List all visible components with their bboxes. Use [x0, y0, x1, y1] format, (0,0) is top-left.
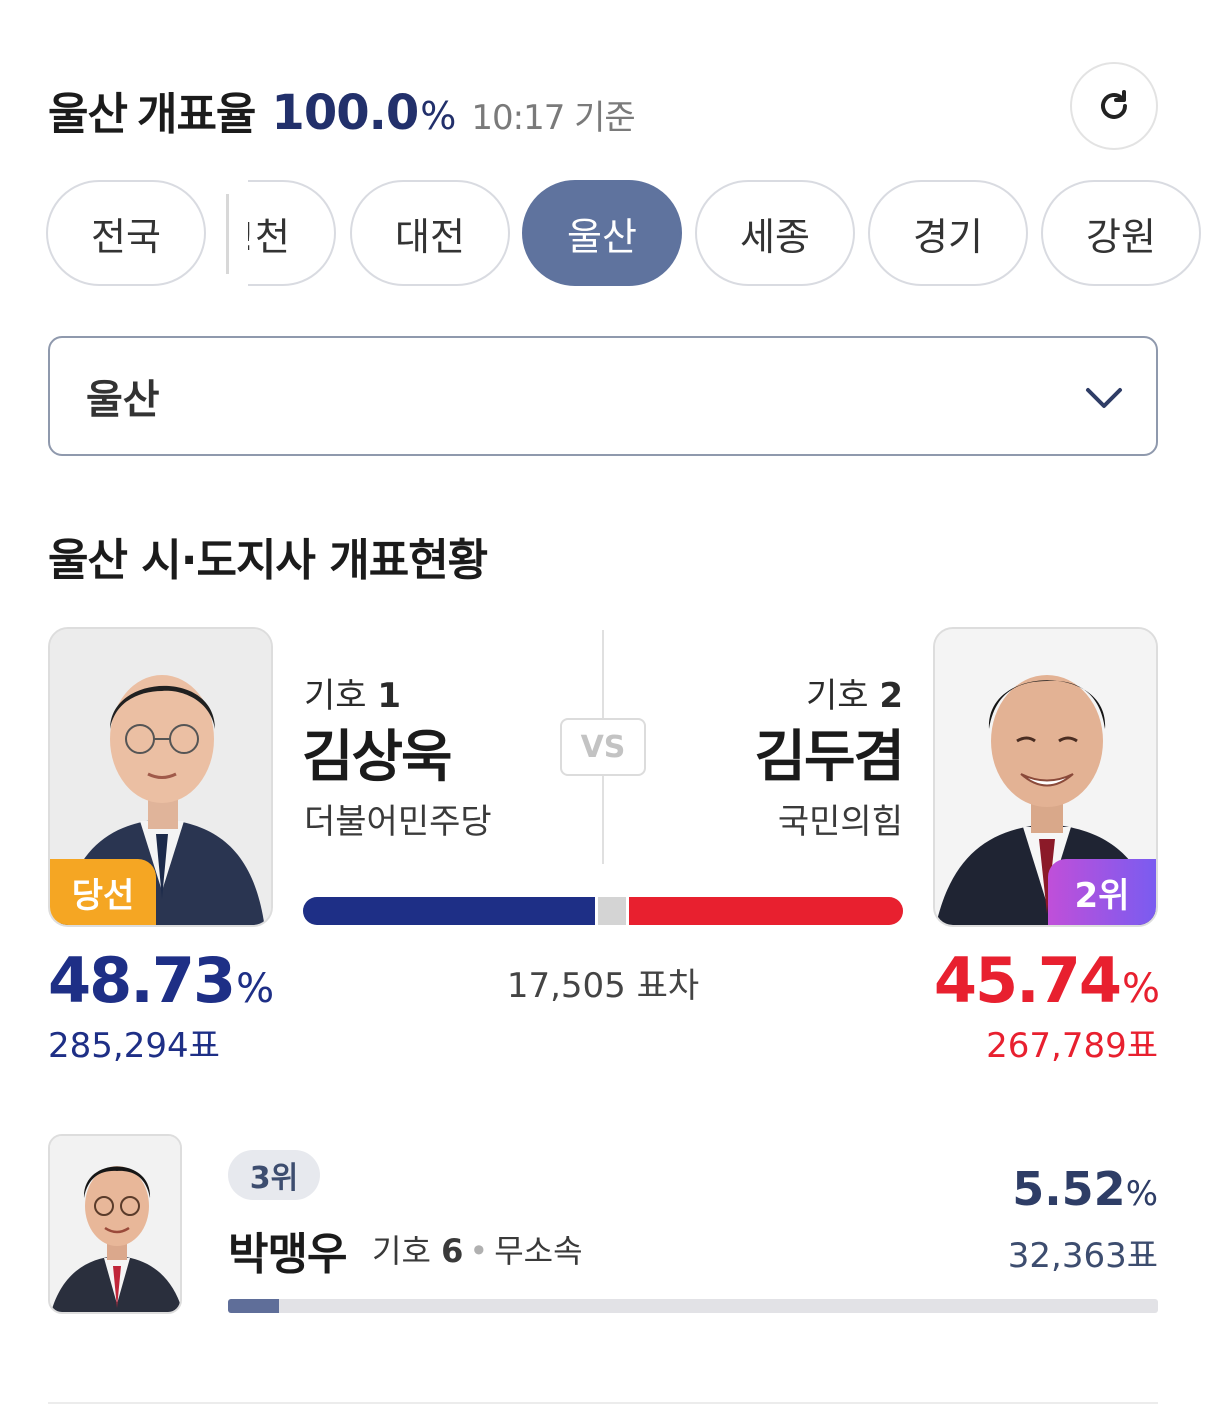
candidate2-percent: 45.74%: [933, 944, 1160, 1017]
candidate1-photo: 당선: [48, 627, 273, 927]
candidate2-votes: 267,789표: [986, 1026, 1158, 1066]
candidate3-number-prefix: 기호: [372, 1232, 431, 1270]
candidate3-name: 박맹우: [228, 1229, 347, 1280]
tab-divider: [226, 194, 229, 274]
candidate2-photo: 2위: [933, 627, 1158, 927]
refresh-icon: [1101, 90, 1127, 119]
candidate1-number: 1: [377, 676, 402, 716]
candidate3-percent-unit: %: [1125, 1174, 1158, 1214]
tab-ulsan[interactable]: 울산: [522, 180, 682, 286]
candidate3-meta: 기호 6 • 무소속: [372, 1226, 583, 1272]
tab-nationwide[interactable]: 전국: [46, 180, 206, 286]
region-tabs: 전국 !천 대전 울산 세종 경기 강원: [0, 180, 1206, 290]
region-select-value: 울산: [86, 377, 160, 423]
vote-share-bar: [303, 897, 903, 925]
candidate1-share-bar: [303, 897, 595, 925]
candidate2-number-prefix: 기호: [805, 676, 869, 716]
candidate3-portrait: [50, 1136, 180, 1312]
count-rate-title: 울산 개표율 100.0 % 10:17 기준: [48, 78, 636, 142]
candidate3-number: 6: [441, 1232, 464, 1270]
candidate3-percent: 5.52%: [1012, 1162, 1158, 1216]
chevron-down-icon: [1086, 388, 1122, 408]
section-title: 울산 시·도지사 개표현황: [48, 535, 488, 586]
candidate2-number: 2: [879, 676, 903, 716]
candidate3-share-fill: [228, 1299, 280, 1313]
candidate1-name: 김상욱: [302, 725, 453, 790]
candidate1-number-prefix: 기호: [304, 676, 367, 716]
bar-gap-right: [626, 897, 629, 925]
candidate3-share-bar: [228, 1299, 1158, 1313]
vs-badge: VS: [560, 718, 646, 776]
update-time: 10:17 기준: [471, 98, 635, 138]
rate-label: 개표율: [136, 89, 256, 140]
candidate2-share-bar: [629, 897, 903, 925]
section-divider: [48, 1402, 1158, 1404]
tab-daejeon[interactable]: 대전: [350, 180, 510, 286]
winner-badge: 당선: [50, 859, 156, 925]
candidate1-percent: 48.73%: [48, 944, 274, 1017]
candidate1-votes: 285,294표: [48, 1026, 220, 1066]
region-select[interactable]: 울산: [48, 336, 1158, 456]
tab-incheon-clipped[interactable]: !천: [248, 180, 338, 286]
candidate2-name: 김두겸: [754, 725, 905, 790]
tab-gyeonggi[interactable]: 경기: [868, 180, 1028, 286]
vote-difference: 17,505 표차: [506, 966, 700, 1006]
candidate3-party: 무소속: [494, 1232, 583, 1270]
candidate3-votes: 32,363표: [1007, 1236, 1158, 1276]
candidate1-party: 더불어민주당: [304, 802, 492, 842]
separator-dot: •: [469, 1232, 489, 1270]
candidate2-party: 국민의힘: [777, 802, 903, 842]
bar-gap-left: [595, 897, 598, 925]
candidate3-percent-value: 5.52: [1012, 1162, 1126, 1216]
rank2-badge: 2위: [1048, 859, 1156, 925]
count-rate-unit: %: [420, 94, 456, 138]
tab-sejong[interactable]: 세종: [695, 180, 855, 286]
candidate1-percent-unit: %: [236, 966, 274, 1012]
tab-incheon[interactable]: !천: [248, 180, 336, 286]
candidate2-number-label: 기호 2: [806, 668, 903, 717]
count-rate-value: 100.0: [271, 85, 419, 141]
refresh-button[interactable]: [1070, 62, 1158, 150]
candidate3-photo: [48, 1134, 182, 1314]
region-name: 울산: [48, 89, 128, 140]
header: 울산 개표율 100.0 % 10:17 기준: [48, 60, 1158, 150]
candidate2-percent-unit: %: [1121, 966, 1160, 1012]
candidate1-number-label: 기호 1: [304, 668, 401, 717]
candidate2-percent-value: 45.74: [933, 944, 1122, 1017]
candidate1-percent-value: 48.73: [48, 944, 236, 1017]
tab-gangwon[interactable]: 강원: [1041, 180, 1201, 286]
rank3-badge: 3위: [228, 1150, 320, 1200]
